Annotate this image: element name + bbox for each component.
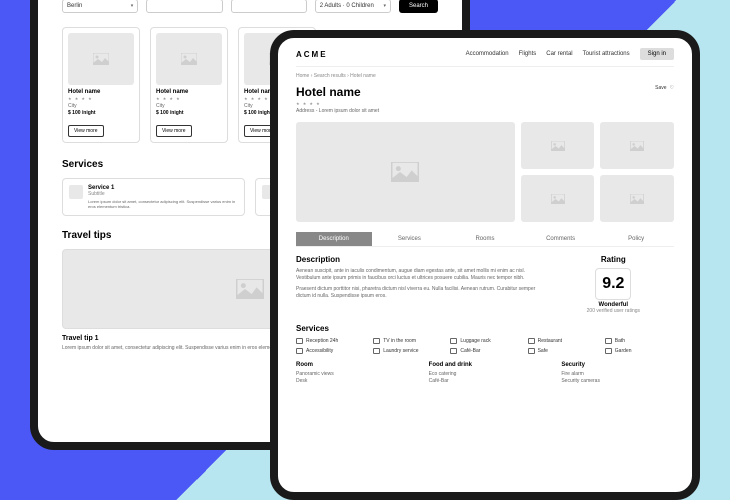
service-item: TV in the room bbox=[373, 338, 442, 344]
rating-count: 200 verified user ratings bbox=[553, 308, 674, 314]
thumb-photo[interactable] bbox=[600, 175, 674, 222]
view-more-button[interactable]: View more bbox=[68, 125, 104, 137]
rating-score-box: 9.2 bbox=[595, 268, 631, 300]
service-card[interactable]: Service 1 Subtitle Lorem ipsum dolor sit… bbox=[62, 178, 245, 216]
service-icon bbox=[605, 338, 612, 344]
breadcrumb[interactable]: Home › Search results › Hotel name bbox=[296, 73, 674, 79]
tab-rooms[interactable]: Rooms bbox=[447, 232, 523, 246]
image-placeholder-icon bbox=[68, 33, 134, 85]
service-icon bbox=[528, 338, 535, 344]
star-rating: ★ ★ ★ ★ bbox=[156, 96, 222, 101]
logo[interactable]: ACME bbox=[296, 50, 328, 59]
service-item: Garden bbox=[605, 348, 674, 354]
hotel-card[interactable]: Hotel name ★ ★ ★ ★ City $ 100 /night Vie… bbox=[150, 27, 228, 143]
main-photo[interactable] bbox=[296, 122, 515, 222]
service-icon bbox=[296, 338, 303, 344]
service-item: Laundry service bbox=[373, 348, 442, 354]
destination-select[interactable]: Berlin▾ bbox=[62, 0, 138, 13]
service-icon bbox=[69, 185, 83, 199]
nav-flights[interactable]: Flights bbox=[519, 51, 537, 57]
navbar: ACME Accommodation Flights Car rental To… bbox=[296, 48, 674, 67]
photo-gallery bbox=[296, 122, 674, 222]
hotel-name: Hotel name bbox=[296, 85, 379, 99]
tab-policy[interactable]: Policy bbox=[598, 232, 674, 246]
service-icon bbox=[605, 348, 612, 354]
services-heading: Services bbox=[296, 324, 674, 333]
checkout-input[interactable] bbox=[231, 0, 307, 13]
nav-car-rental[interactable]: Car rental bbox=[546, 51, 572, 57]
service-item: Accessibility bbox=[296, 348, 365, 354]
search-button[interactable]: Search bbox=[399, 0, 438, 13]
thumb-photo[interactable] bbox=[600, 122, 674, 169]
view-more-button[interactable]: View more bbox=[156, 125, 192, 137]
description-heading: Description bbox=[296, 255, 539, 264]
service-icon bbox=[450, 348, 457, 354]
service-item: Restaurant bbox=[528, 338, 597, 344]
food-heading: Food and drink bbox=[429, 362, 542, 368]
checkin-input[interactable] bbox=[146, 0, 222, 13]
star-rating: ★ ★ ★ ★ bbox=[296, 101, 379, 106]
service-item: Luggage rack bbox=[450, 338, 519, 344]
hotel-address: Address - Lorem ipsum dolor sit amet bbox=[296, 108, 379, 114]
service-icon bbox=[373, 348, 380, 354]
service-icon bbox=[373, 338, 380, 344]
chevron-down-icon: ▾ bbox=[383, 3, 386, 9]
nav-accommodation[interactable]: Accommodation bbox=[466, 51, 509, 57]
save-button[interactable]: Save ♡ bbox=[655, 85, 674, 91]
service-item: Reception 24h bbox=[296, 338, 365, 344]
thumb-photo[interactable] bbox=[521, 122, 595, 169]
star-rating: ★ ★ ★ ★ bbox=[68, 96, 134, 101]
tab-services[interactable]: Services bbox=[372, 232, 448, 246]
guests-select[interactable]: 2 Adults · 0 Children▾ bbox=[315, 0, 391, 13]
thumb-photo[interactable] bbox=[521, 175, 595, 222]
hotel-detail-screen: ACME Accommodation Flights Car rental To… bbox=[270, 30, 700, 500]
chevron-down-icon: ▾ bbox=[131, 3, 134, 9]
service-item: Safe bbox=[528, 348, 597, 354]
service-icon bbox=[296, 348, 303, 354]
room-heading: Room bbox=[296, 362, 409, 368]
service-item: Bath bbox=[605, 338, 674, 344]
tab-comments[interactable]: Comments bbox=[523, 232, 599, 246]
hotel-card[interactable]: Hotel name ★ ★ ★ ★ City $ 100 /night Vie… bbox=[62, 27, 140, 143]
service-item: Café-Bar bbox=[450, 348, 519, 354]
service-icon bbox=[450, 338, 457, 344]
image-placeholder-icon bbox=[156, 33, 222, 85]
tabs: Description Services Rooms Comments Poli… bbox=[296, 232, 674, 247]
description-text: Aenean suscipit, ante in iaculis condime… bbox=[296, 268, 539, 282]
heart-icon: ♡ bbox=[670, 85, 674, 91]
nav-tourist-attractions[interactable]: Tourist attractions bbox=[583, 51, 630, 57]
search-bar: Destination Berlin▾ Check-in Check-out G… bbox=[62, 0, 438, 13]
description-text: Praesent dictum porttitor nisi, pharetra… bbox=[296, 286, 539, 300]
signin-button[interactable]: Sign in bbox=[640, 48, 674, 60]
rating-heading: Rating bbox=[553, 255, 674, 264]
services-grid: Reception 24h TV in the room Luggage rac… bbox=[296, 338, 674, 354]
service-icon bbox=[528, 348, 535, 354]
tab-description[interactable]: Description bbox=[296, 232, 372, 246]
security-heading: Security bbox=[561, 362, 674, 368]
